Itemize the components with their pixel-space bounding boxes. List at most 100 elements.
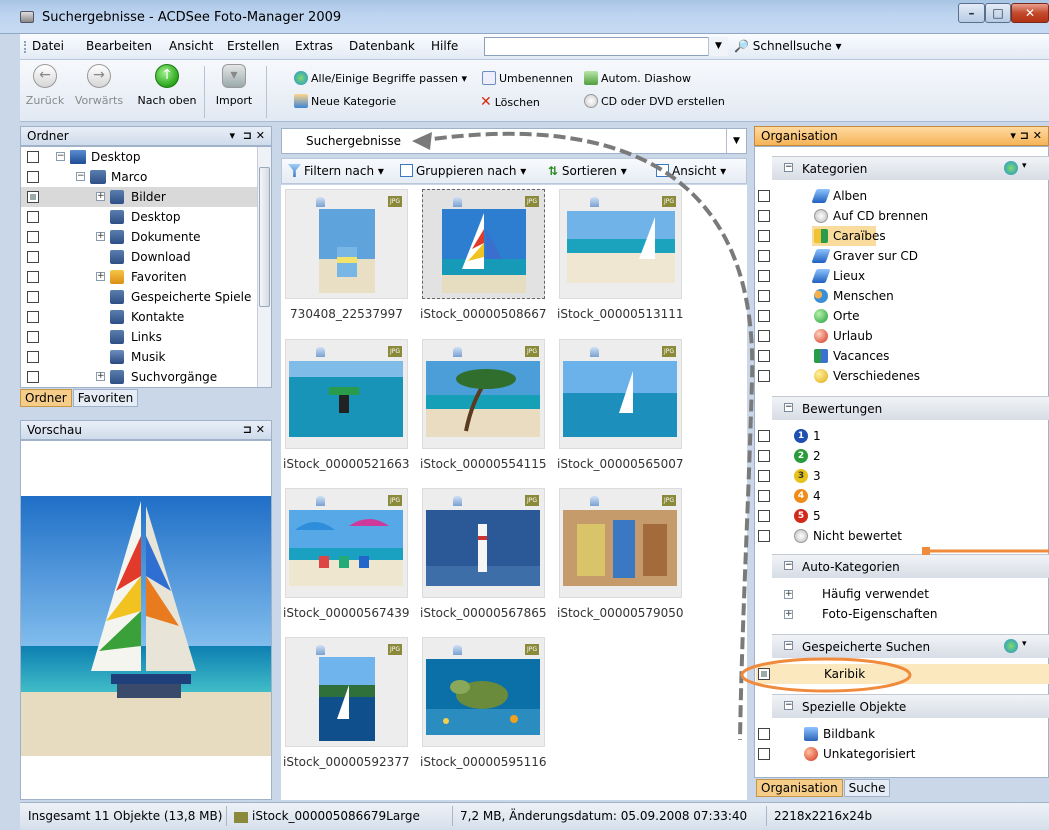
menu-bearbeiten[interactable]: Bearbeiten [86, 39, 152, 53]
maximize-button[interactable]: □ [985, 3, 1011, 23]
ratings-group-header[interactable]: − Bewertungen [772, 396, 1049, 420]
new-category-button[interactable]: Neue Kategorie [294, 94, 396, 108]
category-checkbox[interactable] [758, 250, 770, 262]
rating-item[interactable]: 3 3 [756, 466, 1046, 486]
tree-row-download[interactable]: Download [21, 247, 257, 267]
folder-checkbox[interactable] [27, 311, 39, 323]
up-button[interactable]: ↑ Nach oben [136, 64, 198, 107]
auto-category-item[interactable]: + Häufig verwendet [756, 584, 1046, 604]
rating-item[interactable]: 5 5 [756, 506, 1046, 526]
saved-searches-group-header[interactable]: − Gespeicherte Suchen ▾ [772, 634, 1049, 658]
category-checkbox[interactable] [758, 230, 770, 242]
category-checkbox[interactable] [758, 310, 770, 322]
category-item[interactable]: Verschiedenes [756, 366, 1046, 386]
rating-checkbox[interactable] [758, 450, 770, 462]
breadcrumb[interactable]: Suchergebnisse ▼ [281, 128, 747, 154]
breadcrumb-dropdown[interactable]: ▼ [726, 129, 746, 153]
close-button[interactable]: ✕ [1011, 3, 1049, 23]
thumbnail-selected[interactable]: JPG iStock_00000508667... [420, 187, 547, 325]
saved-search-item[interactable]: Karibik [756, 664, 1049, 684]
rating-checkbox[interactable] [758, 490, 770, 502]
delete-button[interactable]: ✕ Löschen [480, 94, 540, 110]
expand-toggle[interactable]: + [96, 232, 105, 241]
folder-checkbox[interactable] [27, 251, 39, 263]
expand-toggle[interactable]: + [784, 590, 793, 599]
thumbnail[interactable]: JPG iStock_00000567439... [283, 486, 410, 624]
category-item[interactable]: Graver sur CD [756, 246, 1046, 266]
search-add-icon[interactable] [1004, 639, 1018, 653]
tab-favoriten[interactable]: Favoriten [72, 389, 139, 407]
panel-controls[interactable]: ⊐ ✕ [243, 423, 265, 436]
collapse-toggle[interactable]: − [784, 561, 793, 570]
category-checkbox[interactable] [758, 370, 770, 382]
folder-checkbox[interactable] [27, 351, 39, 363]
collapse-toggle[interactable]: − [56, 152, 65, 161]
category-item[interactable]: Lieux [756, 266, 1046, 286]
minimize-button[interactable]: – [958, 3, 985, 23]
thumbnail[interactable]: JPG iStock_00000567865... [420, 486, 547, 624]
rating-item[interactable]: 1 1 [756, 426, 1046, 446]
tab-ordner[interactable]: Ordner [20, 389, 72, 407]
forward-button[interactable]: → Vorwärts [72, 64, 126, 107]
scrollbar-thumb[interactable] [259, 167, 270, 307]
rating-checkbox[interactable] [758, 470, 770, 482]
back-button[interactable]: ← Zurück [24, 64, 66, 107]
tree-row-links[interactable]: Links [21, 327, 257, 347]
menu-datenbank[interactable]: Datenbank [349, 39, 415, 53]
folder-checkbox[interactable] [27, 171, 39, 183]
folder-checkbox[interactable] [27, 371, 39, 383]
category-checkbox[interactable] [758, 210, 770, 222]
saved-search-checkbox[interactable] [758, 668, 770, 680]
folder-checkbox[interactable] [27, 191, 39, 203]
menu-extras[interactable]: Extras [295, 39, 333, 53]
collapse-toggle[interactable]: − [784, 701, 793, 710]
folder-checkbox[interactable] [27, 211, 39, 223]
folder-checkbox[interactable] [27, 231, 39, 243]
special-checkbox[interactable] [758, 748, 770, 760]
special-item[interactable]: Bildbank [756, 724, 1046, 744]
thumbnail[interactable]: JPG iStock_00000521663... [283, 337, 410, 475]
filter-button[interactable]: Filtern nach ▾ [288, 164, 384, 178]
tree-row-desktop-2[interactable]: Desktop [21, 207, 257, 227]
auto-category-item[interactable]: + Foto-Eigenschaften [756, 604, 1046, 624]
slideshow-button[interactable]: Autom. Diashow [584, 71, 691, 85]
tree-row-desktop[interactable]: − Desktop [21, 147, 271, 167]
thumbnail[interactable]: JPG iStock_00000554115... [420, 337, 547, 475]
categories-group-header[interactable]: − Kategorien ▾ [772, 156, 1049, 180]
collapse-toggle[interactable]: − [784, 641, 793, 650]
folder-checkbox[interactable] [27, 151, 39, 163]
rating-item[interactable]: 4 4 [756, 486, 1046, 506]
category-item[interactable]: Caraïbes [756, 226, 1046, 246]
collapse-toggle[interactable]: − [784, 403, 793, 412]
quick-search-dropdown[interactable]: ▼ [708, 37, 728, 56]
category-checkbox[interactable] [758, 290, 770, 302]
rating-checkbox[interactable] [758, 430, 770, 442]
panel-controls[interactable]: ▾ ⊐ ✕ [1010, 129, 1042, 142]
category-item[interactable]: Urlaub [756, 326, 1046, 346]
tree-row-dokumente[interactable]: + Dokumente [21, 227, 257, 247]
import-button[interactable]: ▾ Import [212, 64, 256, 107]
auto-categories-group-header[interactable]: − Auto-Kategorien [772, 554, 1049, 578]
sort-button[interactable]: ⇅ Sortieren ▾ [548, 164, 627, 178]
rating-checkbox[interactable] [758, 530, 770, 542]
tree-row-kontakte[interactable]: Kontakte [21, 307, 257, 327]
folder-checkbox[interactable] [27, 291, 39, 303]
folder-checkbox[interactable] [27, 331, 39, 343]
category-add-icon[interactable] [1004, 161, 1018, 175]
rating-item[interactable]: Nicht bewertet [756, 526, 1046, 546]
rating-checkbox[interactable] [758, 510, 770, 522]
thumbnail[interactable]: JPG iStock_00000592377... [283, 635, 410, 773]
rating-item[interactable]: 2 2 [756, 446, 1046, 466]
special-item[interactable]: Unkategorisiert [756, 744, 1046, 764]
rename-button[interactable]: Umbenennen [482, 71, 573, 85]
category-checkbox[interactable] [758, 350, 770, 362]
expand-toggle[interactable]: + [784, 610, 793, 619]
tab-organisation[interactable]: Organisation [756, 779, 843, 797]
thumbnail[interactable]: JPG iStock_00000565007... [557, 337, 684, 475]
tree-row-gespeicherte-spiele[interactable]: Gespeicherte Spiele [21, 287, 257, 307]
tree-row-suchvorgaenge[interactable]: + Suchvorgänge [21, 367, 257, 387]
tab-suche[interactable]: Suche [843, 779, 891, 797]
tree-scrollbar[interactable] [257, 147, 271, 387]
category-checkbox[interactable] [758, 330, 770, 342]
match-terms-button[interactable]: Alle/Einige Begriffe passen ▾ [294, 71, 467, 85]
